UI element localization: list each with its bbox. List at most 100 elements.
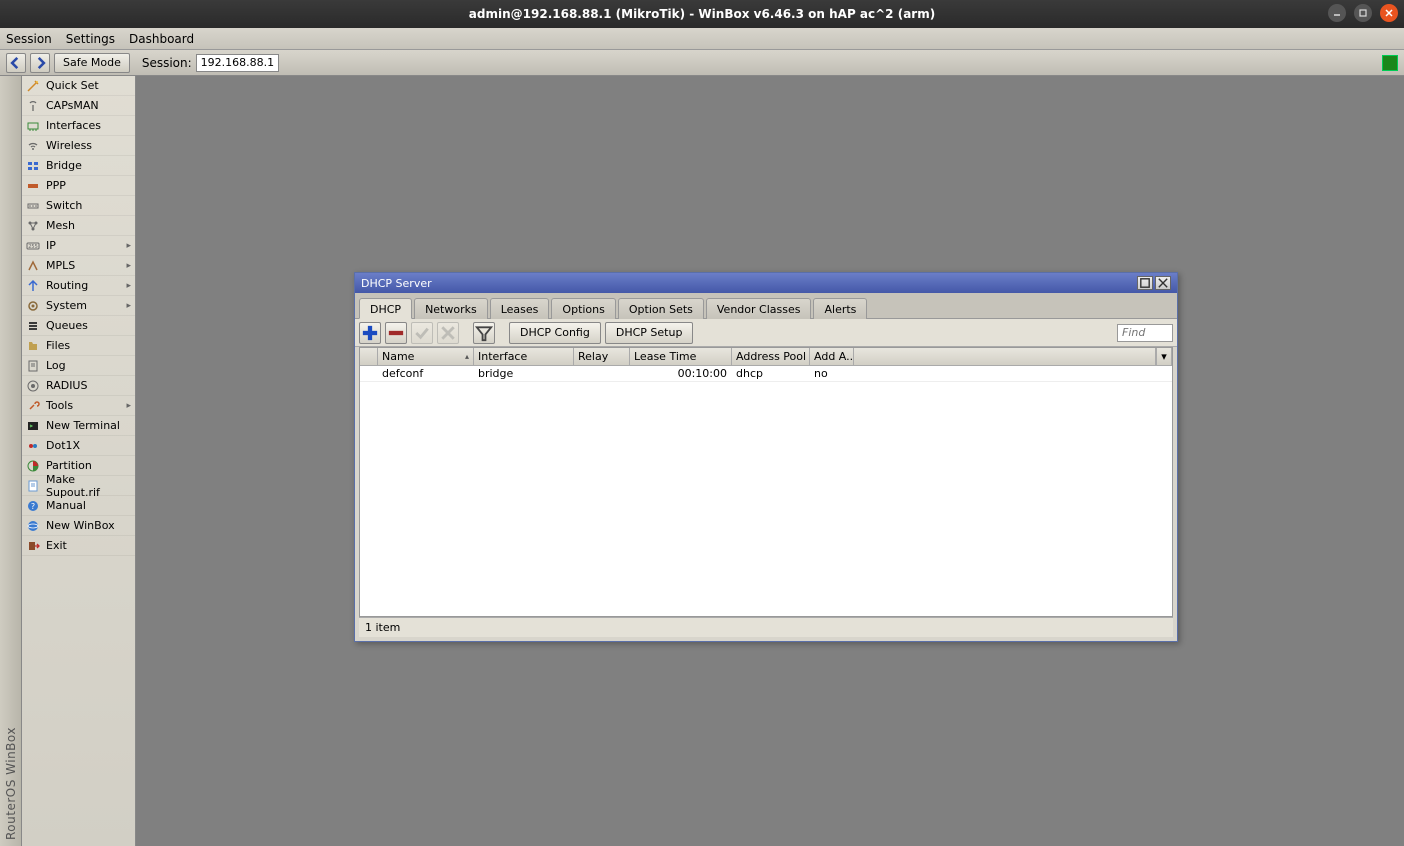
- sidebar-item-new-terminal[interactable]: New Terminal: [22, 416, 135, 436]
- tab-dhcp[interactable]: DHCP: [359, 298, 412, 319]
- mdi-area: DHCP Server DHCPNetworksLeasesOptionsOpt…: [136, 76, 1404, 846]
- sidebar-item-routing[interactable]: Routing▸: [22, 276, 135, 296]
- menu-dashboard[interactable]: Dashboard: [129, 32, 194, 46]
- redo-button[interactable]: [30, 53, 50, 73]
- tab-networks[interactable]: Networks: [414, 298, 488, 319]
- filter-button[interactable]: [473, 322, 495, 344]
- col-addarp[interactable]: Add A...: [810, 348, 854, 365]
- sidebar-item-files[interactable]: Files: [22, 336, 135, 356]
- submenu-arrow-icon: ▸: [126, 241, 131, 251]
- tab-alerts[interactable]: Alerts: [813, 298, 867, 319]
- sidebar-item-label: RADIUS: [46, 379, 87, 392]
- sidebar-item-label: MPLS: [46, 259, 75, 272]
- sidebar-item-mpls[interactable]: MPLS ▸: [22, 256, 135, 276]
- dhcp-config-button[interactable]: DHCP Config: [509, 322, 601, 344]
- antenna-icon: [26, 99, 40, 113]
- sidebar-item-label: Exit: [46, 539, 67, 552]
- sidebar-item-queues[interactable]: Queues: [22, 316, 135, 336]
- sidebar-item-label: Dot1X: [46, 439, 80, 452]
- sidebar-item-quick-set[interactable]: Quick Set: [22, 76, 135, 96]
- window-toolbar: DHCP Config DHCP Setup: [355, 319, 1177, 347]
- tab-options[interactable]: Options: [551, 298, 615, 319]
- tab-vendor-classes[interactable]: Vendor Classes: [706, 298, 812, 319]
- partition-icon: [26, 459, 40, 473]
- sidebar-item-ppp[interactable]: PPP: [22, 176, 135, 196]
- columns-dropdown[interactable]: ▾: [1156, 348, 1172, 365]
- sidebar-item-manual[interactable]: ?Manual: [22, 496, 135, 516]
- session-ip[interactable]: 192.168.88.1: [196, 54, 279, 72]
- sidebar-item-ip[interactable]: 255IP▸: [22, 236, 135, 256]
- add-button[interactable]: [359, 322, 381, 344]
- col-relay[interactable]: Relay: [574, 348, 630, 365]
- submenu-arrow-icon: ▸: [126, 281, 131, 291]
- minimize-button[interactable]: [1328, 4, 1346, 22]
- submenu-arrow-icon: ▸: [126, 401, 131, 411]
- sidebar-item-label: Quick Set: [46, 79, 99, 92]
- sidebar-item-tools[interactable]: Tools ▸: [22, 396, 135, 416]
- menu-session[interactable]: Session: [6, 32, 52, 46]
- col-interface[interactable]: Interface: [474, 348, 574, 365]
- window-statusbar: 1 item: [359, 617, 1173, 637]
- sidebar-item-label: New Terminal: [46, 419, 120, 432]
- ip-icon: 255: [26, 239, 40, 253]
- sidebar-item-make-supout.rif[interactable]: Make Supout.rif: [22, 476, 135, 496]
- session-label: Session:: [142, 56, 192, 70]
- sidebar-item-dot1x[interactable]: Dot1X: [22, 436, 135, 456]
- files-icon: [26, 339, 40, 353]
- dhcp-window-title: DHCP Server: [361, 277, 432, 290]
- table-row[interactable]: defconfbridge00:10:00dhcpno: [360, 366, 1172, 382]
- tools-icon: [26, 399, 40, 413]
- submenu-arrow-icon: ▸: [126, 261, 131, 271]
- sidebar-item-new-winbox[interactable]: New WinBox: [22, 516, 135, 536]
- sidebar-item-system[interactable]: System▸: [22, 296, 135, 316]
- window-close-button[interactable]: [1155, 276, 1171, 290]
- sidebar-item-mesh[interactable]: Mesh: [22, 216, 135, 236]
- manual-icon: ?: [26, 499, 40, 513]
- sidebar-item-capsman[interactable]: CAPsMAN: [22, 96, 135, 116]
- table-header: Name▴ Interface Relay Lease Time Address…: [360, 348, 1172, 366]
- mesh-icon: [26, 219, 40, 233]
- wifi-icon: [26, 139, 40, 153]
- sidebar-item-label: Switch: [46, 199, 82, 212]
- col-leasetime[interactable]: Lease Time: [630, 348, 732, 365]
- close-button[interactable]: [1380, 4, 1398, 22]
- dhcp-setup-button[interactable]: DHCP Setup: [605, 322, 694, 344]
- safemode-button[interactable]: Safe Mode: [54, 53, 130, 73]
- tab-strip: DHCPNetworksLeasesOptionsOption SetsVend…: [355, 293, 1177, 319]
- interfaces-icon: [26, 119, 40, 133]
- sidebar-item-interfaces[interactable]: Interfaces: [22, 116, 135, 136]
- sidebar-item-exit[interactable]: Exit: [22, 536, 135, 556]
- col-name[interactable]: Name▴: [378, 348, 474, 365]
- sidebar: Quick Set CAPsMANInterfaces Wireless Bridge…: [22, 76, 136, 846]
- col-pool[interactable]: Address Pool: [732, 348, 810, 365]
- sidebar-item-label: Mesh: [46, 219, 75, 232]
- tab-option-sets[interactable]: Option Sets: [618, 298, 704, 319]
- winbox-icon: [26, 519, 40, 533]
- find-input[interactable]: [1117, 324, 1173, 342]
- menu-settings[interactable]: Settings: [66, 32, 115, 46]
- sidebar-item-label: Wireless: [46, 139, 92, 152]
- sidebar-item-wireless[interactable]: Wireless: [22, 136, 135, 156]
- dhcp-server-window: DHCP Server DHCPNetworksLeasesOptionsOpt…: [354, 272, 1178, 642]
- enable-button[interactable]: [411, 322, 433, 344]
- queues-icon: [26, 319, 40, 333]
- sidebar-item-label: Files: [46, 339, 70, 352]
- sidebar-item-radius[interactable]: RADIUS: [22, 376, 135, 396]
- log-icon: [26, 359, 40, 373]
- sidebar-item-switch[interactable]: Switch: [22, 196, 135, 216]
- col-flag[interactable]: [360, 348, 378, 365]
- sidebar-item-label: System: [46, 299, 87, 312]
- tab-leases[interactable]: Leases: [490, 298, 550, 319]
- exit-icon: [26, 539, 40, 553]
- undo-button[interactable]: [6, 53, 26, 73]
- maximize-button[interactable]: [1354, 4, 1372, 22]
- sidebar-item-log[interactable]: Log: [22, 356, 135, 376]
- sidebar-item-label: Tools: [46, 399, 73, 412]
- dhcp-window-titlebar[interactable]: DHCP Server: [355, 273, 1177, 293]
- routing-icon: [26, 279, 40, 293]
- os-titlebar: admin@192.168.88.1 (MikroTik) - WinBox v…: [0, 0, 1404, 28]
- disable-button[interactable]: [437, 322, 459, 344]
- sidebar-item-bridge[interactable]: Bridge: [22, 156, 135, 176]
- window-restore-button[interactable]: [1137, 276, 1153, 290]
- remove-button[interactable]: [385, 322, 407, 344]
